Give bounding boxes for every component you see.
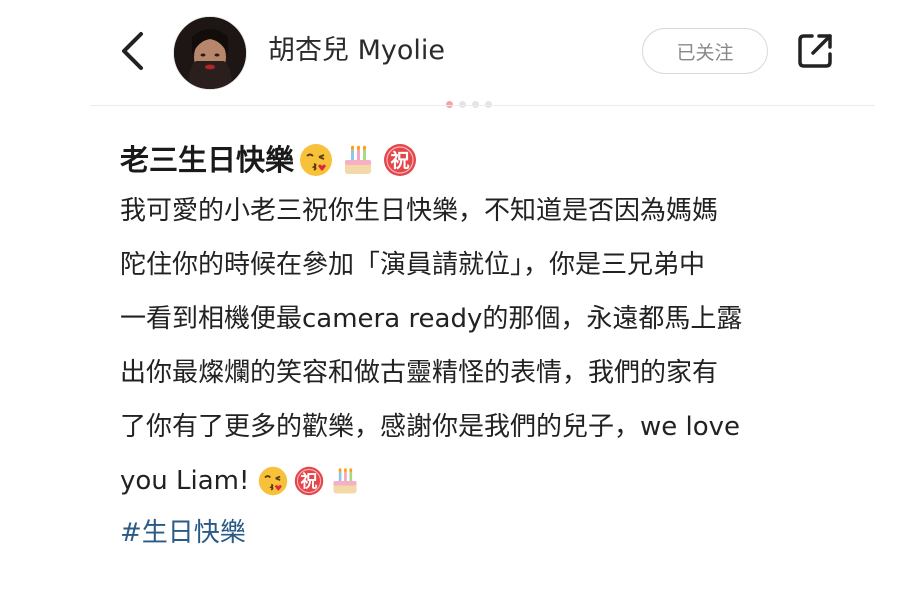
post-body-line: you Liam! bbox=[120, 466, 250, 496]
post-body-line: 一看到相機便最camera ready的那個，永遠都馬上露 bbox=[120, 304, 743, 334]
post-body-line: 我可愛的小老三祝你生日快樂，不知道是否因為媽媽 bbox=[120, 196, 719, 226]
back-button[interactable] bbox=[112, 28, 152, 74]
cake-emoji-icon bbox=[345, 145, 372, 174]
post-body-line: 陀住你的時候在參加「演員請就位」，你是三兄弟中 bbox=[120, 250, 706, 280]
congrats-emoji-icon: 祝 bbox=[384, 144, 417, 176]
top-bar: 胡杏兒 Myolie 已关注 bbox=[0, 0, 900, 105]
post-body: 我可愛的小老三祝你生日快樂，不知道是否因為媽媽 陀住你的時候在參加「演員請就位」… bbox=[120, 184, 840, 558]
post-body-line: 了你有了更多的歡樂，感謝你是我們的兒子，we love bbox=[120, 412, 741, 442]
username[interactable]: 胡杏兒 Myolie bbox=[268, 33, 445, 69]
post-body-last-line: you Liam! 祝 bbox=[120, 454, 840, 508]
divider bbox=[90, 105, 875, 106]
kiss-emoji-icon bbox=[259, 466, 288, 496]
avatar[interactable] bbox=[173, 16, 247, 90]
svg-text:祝: 祝 bbox=[391, 149, 410, 172]
chevron-left-icon bbox=[122, 32, 143, 70]
post-title: 老三生日快樂 祝 bbox=[120, 138, 840, 182]
follow-button[interactable]: 已关注 bbox=[642, 28, 768, 74]
share-button[interactable] bbox=[792, 28, 838, 74]
post-content: 老三生日快樂 祝 我可愛的小老三祝你生日快樂，不知道是否因為媽媽 陀住你的時候在… bbox=[120, 138, 840, 558]
post-title-text: 老三生日快樂 bbox=[120, 143, 295, 177]
post-body-line: 出你最燦爛的笑容和做古靈精怪的表情，我們的家有 bbox=[120, 358, 719, 388]
cake-emoji-icon bbox=[333, 468, 357, 494]
svg-text:祝: 祝 bbox=[301, 471, 318, 491]
share-icon bbox=[798, 34, 832, 68]
congrats-emoji-icon: 祝 bbox=[295, 466, 324, 496]
avatar-image bbox=[174, 17, 246, 89]
kiss-emoji-icon bbox=[300, 144, 333, 176]
hashtag-link[interactable]: #生日快樂 bbox=[120, 508, 840, 558]
